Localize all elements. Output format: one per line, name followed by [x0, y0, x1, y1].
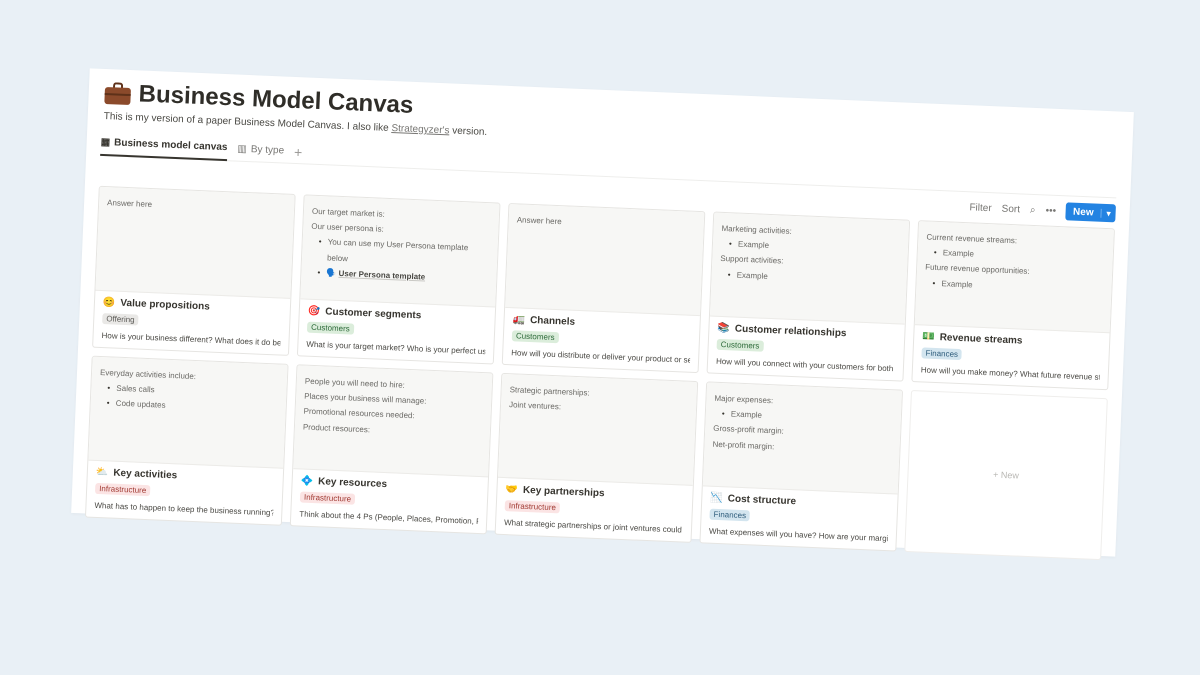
- add-view-button[interactable]: +: [294, 143, 303, 159]
- type-tag: Offering: [102, 313, 139, 326]
- tab-label: By type: [250, 144, 285, 157]
- search-icon[interactable]: ⌕: [1030, 204, 1036, 215]
- card-title-text: Key partnerships: [522, 484, 605, 500]
- card-body: 🚛 Channels Customers How will you distri…: [503, 308, 700, 372]
- card-title: ⛅ Key activities: [96, 467, 275, 485]
- card-cost-structure[interactable]: Major expenses:ExampleGross-profit margi…: [699, 381, 904, 552]
- card-body: 💵 Revenue streams Finances How will you …: [912, 325, 1109, 389]
- card-preview: Marketing activities:ExampleSupport acti…: [709, 212, 910, 325]
- card-body: 🎯 Customer segments Customers What is yo…: [298, 299, 495, 363]
- type-tag: Customers: [511, 330, 559, 344]
- card-preview: Everyday activities include:Sales callsC…: [88, 356, 288, 469]
- card-body: 🤝 Key partnerships Infrastructure What s…: [496, 478, 693, 542]
- card-description: How will you make money? What future rev…: [920, 365, 1100, 382]
- tab-business-model-canvas[interactable]: ▦ Business model canvas: [100, 131, 228, 161]
- card-emoji-icon: 📚: [717, 322, 731, 335]
- type-tag: Infrastructure: [299, 491, 356, 505]
- description-suffix: version.: [451, 125, 488, 139]
- tab-by-type[interactable]: ▥ By type: [237, 137, 285, 163]
- card-customer-segments[interactable]: Our target market is: Our user persona is…: [296, 194, 501, 365]
- card-description: How will you distribute or deliver your …: [511, 348, 691, 365]
- card-title-text: Key resources: [317, 476, 388, 491]
- sort-button[interactable]: Sort: [1001, 203, 1020, 215]
- card-body: 😊 Value propositions Offering How is you…: [93, 291, 290, 355]
- card-title-text: Key activities: [113, 467, 178, 482]
- card-title: 😊 Value propositions: [103, 297, 282, 315]
- preview-line: Answer here: [106, 198, 153, 210]
- card-description: How is your business different? What doe…: [101, 331, 281, 348]
- type-tag: Customers: [306, 321, 355, 335]
- card-customer-relationships[interactable]: Marketing activities:ExampleSupport acti…: [706, 211, 911, 382]
- preview-list: You can use my User Persona template bel…: [309, 234, 490, 287]
- briefcase-icon[interactable]: [104, 82, 131, 106]
- card-preview: Answer here: [505, 204, 705, 317]
- card-description: What strategic partnerships or joint ven…: [503, 518, 683, 535]
- new-button-label: New: [1072, 206, 1094, 218]
- filter-button[interactable]: Filter: [969, 202, 992, 214]
- preview-line: Answer here: [516, 215, 562, 227]
- card-title: 📚 Customer relationships: [717, 323, 896, 341]
- card-title-text: Customer relationships: [734, 323, 847, 340]
- card-key-resources[interactable]: People you will need to hire: Places your…: [289, 364, 494, 535]
- card-body: 📉 Cost structure Finances What expenses …: [700, 486, 897, 550]
- card-title-text: Cost structure: [727, 493, 797, 508]
- gallery-grid: Answer here 😊 Value propositions Offerin…: [84, 185, 1115, 561]
- card-preview: Answer here: [95, 186, 295, 299]
- card-description: What is your target market? Who is your …: [306, 339, 486, 357]
- card-description: Think about the 4 Ps (People, Places, Pr…: [299, 509, 479, 526]
- strategyzer-link[interactable]: Strategyzer's: [391, 123, 449, 136]
- new-card-label: + New: [992, 469, 1020, 481]
- card-description: What expenses will you have? How are you…: [708, 526, 888, 544]
- card-preview: People you will need to hire: Places your…: [293, 365, 493, 478]
- card-revenue-streams[interactable]: Current revenue streams:ExampleFuture re…: [911, 220, 1115, 391]
- user-persona-link[interactable]: User Persona template: [338, 269, 425, 282]
- card-emoji-icon: 💠: [300, 475, 314, 488]
- card-title: 🎯 Customer segments: [308, 306, 487, 324]
- type-tag: Infrastructure: [94, 482, 151, 497]
- card-title-text: Value propositions: [120, 297, 211, 313]
- card-description: How will you connect with your customers…: [715, 356, 894, 374]
- type-tag: Infrastructure: [504, 500, 561, 514]
- preview-list: Sales callsCode updates: [98, 380, 278, 418]
- card-title-text: Customer segments: [325, 306, 422, 322]
- card-emoji-icon: 📉: [710, 492, 723, 505]
- card-preview: Major expenses:ExampleGross-profit margi…: [702, 382, 902, 495]
- card-title: 💵 Revenue streams: [922, 331, 1101, 349]
- card-title: 🚛 Channels: [512, 314, 691, 332]
- card-emoji-icon: 🎯: [307, 305, 321, 318]
- type-tag: Customers: [716, 338, 764, 352]
- persona-icon: 🗣️: [326, 268, 339, 278]
- card-emoji-icon: 🚛: [512, 314, 526, 326]
- type-tag: Finances: [709, 508, 751, 522]
- card-preview: Our target market is: Our user persona is…: [300, 195, 500, 308]
- card-body: 💠 Key resources Infrastructure Think abo…: [291, 469, 488, 533]
- card-title: 💠 Key resources: [300, 476, 479, 494]
- card-title-text: Channels: [529, 314, 576, 328]
- card-emoji-icon: ⛅: [95, 466, 109, 479]
- card-body: ⛅ Key activities Infrastructure What has…: [86, 461, 283, 525]
- chevron-down-icon[interactable]: ▾: [1100, 208, 1116, 218]
- gallery-icon: ▦: [100, 136, 111, 149]
- tab-label: Business model canvas: [113, 137, 228, 154]
- type-tag: Finances: [921, 347, 963, 361]
- card-emoji-icon: 🤝: [505, 484, 519, 496]
- notion-page: Business Model Canvas This is my version…: [71, 68, 1134, 561]
- card-emoji-icon: 😊: [102, 297, 116, 309]
- more-options-icon[interactable]: •••: [1045, 205, 1056, 216]
- card-channels[interactable]: Answer here 🚛 Channels Customers How wil…: [501, 202, 706, 374]
- new-button[interactable]: New ▾: [1065, 202, 1116, 223]
- card-title-text: Revenue streams: [939, 332, 1023, 347]
- new-card-button[interactable]: + New: [904, 389, 1108, 561]
- card-key-activities[interactable]: Everyday activities include:Sales callsC…: [84, 355, 289, 526]
- card-title: 🤝 Key partnerships: [505, 484, 684, 502]
- card-key-partnerships[interactable]: Strategic partnerships: Joint ventures: 🤝…: [494, 372, 699, 543]
- board-icon: ▥: [237, 143, 248, 155]
- card-value-propositions[interactable]: Answer here 😊 Value propositions Offerin…: [92, 185, 296, 356]
- card-title: 📉 Cost structure: [710, 493, 889, 511]
- card-body: 📚 Customer relationships Customers How w…: [708, 317, 905, 381]
- card-preview: Strategic partnerships: Joint ventures:: [497, 373, 698, 486]
- card-preview: Current revenue streams:ExampleFuture re…: [914, 221, 1114, 334]
- card-description: What has to happen to keep the business …: [94, 500, 274, 518]
- card-emoji-icon: 💵: [922, 331, 935, 343]
